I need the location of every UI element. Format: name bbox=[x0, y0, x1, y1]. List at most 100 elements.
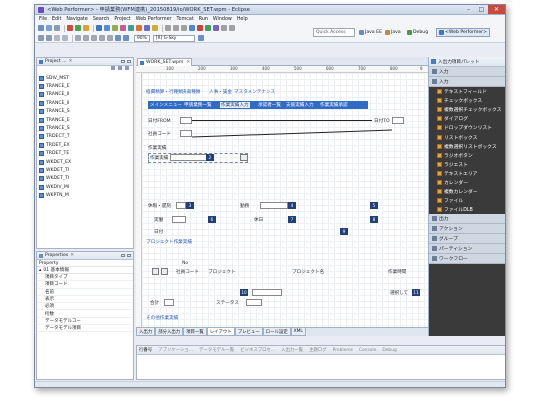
link-icon[interactable] bbox=[46, 35, 52, 41]
redo-icon[interactable] bbox=[62, 35, 68, 41]
tree-item[interactable]: TRDET_TE bbox=[39, 150, 131, 158]
skin-select[interactable]: [R] G-Sky bbox=[152, 34, 195, 42]
menu-run[interactable]: Run bbox=[199, 17, 208, 22]
debug-icon[interactable] bbox=[67, 25, 73, 31]
bottom-tab-console[interactable]: Console bbox=[359, 348, 376, 353]
run-icon[interactable] bbox=[75, 25, 81, 31]
tree-item[interactable]: WKDIV_MI bbox=[39, 183, 131, 191]
align-right-icon[interactable] bbox=[181, 25, 187, 31]
palette-category[interactable]: ワークフロー bbox=[429, 254, 505, 265]
search-icon[interactable] bbox=[213, 25, 219, 31]
employee-code-input[interactable] bbox=[180, 130, 192, 137]
tree-item[interactable]: TRANCE_S bbox=[39, 108, 131, 116]
property-group[interactable]: ▴ 01 基本情報 bbox=[37, 267, 133, 274]
minimize-view-icon[interactable] bbox=[121, 254, 125, 257]
same-width-icon[interactable] bbox=[99, 35, 105, 41]
menu-edit[interactable]: Edit bbox=[52, 17, 61, 22]
canvas-nav-item-active[interactable]: 作業実績入力 bbox=[220, 102, 250, 108]
remove-row-button[interactable] bbox=[161, 268, 168, 275]
menu-search[interactable]: Search bbox=[93, 17, 109, 22]
align-middle-icon[interactable] bbox=[83, 35, 89, 41]
tree-item[interactable]: WKDET_EX bbox=[39, 158, 131, 166]
tree-item[interactable]: TRDET_EX bbox=[39, 141, 131, 149]
close-icon[interactable]: ✕ bbox=[70, 253, 74, 258]
menu-navigate[interactable]: Navigate bbox=[66, 17, 88, 22]
bottom-tab-io-list[interactable]: 入出力一覧 bbox=[281, 347, 303, 353]
stop-icon[interactable] bbox=[197, 25, 203, 31]
editor-tab-io[interactable]: 入出力 bbox=[136, 328, 156, 336]
canvas-button[interactable] bbox=[240, 154, 248, 161]
close-icon[interactable]: ✕ bbox=[69, 59, 73, 64]
palette-item[interactable]: ファイルDLB bbox=[429, 205, 505, 214]
menu-help[interactable]: Help bbox=[237, 17, 248, 22]
close-button[interactable]: ✕ bbox=[488, 5, 505, 14]
editor-tab-item-list[interactable]: 項目一覧 bbox=[183, 328, 207, 336]
palette-item[interactable]: 複数カレンダー bbox=[429, 187, 505, 196]
maximize-view-icon[interactable] bbox=[127, 254, 131, 257]
back-icon[interactable] bbox=[221, 25, 227, 31]
canvas-header-link[interactable]: 決裁種類 bbox=[182, 89, 200, 95]
snap-icon[interactable] bbox=[123, 35, 129, 41]
link-editor-icon[interactable] bbox=[118, 66, 122, 70]
status-input[interactable] bbox=[246, 299, 262, 306]
editor-tab-preview[interactable]: プレビュー bbox=[234, 328, 263, 336]
tree-item[interactable]: TRDECT_T bbox=[39, 133, 131, 141]
actual-work-input[interactable] bbox=[172, 216, 186, 223]
folder-icon[interactable] bbox=[152, 25, 158, 31]
canvas-header-link[interactable]: 人事・賃金 bbox=[209, 89, 232, 95]
palette-category[interactable]: パーティション bbox=[429, 244, 505, 255]
property-row[interactable]: 必須 bbox=[37, 303, 133, 311]
minimize-button[interactable]: – bbox=[462, 5, 475, 14]
quick-access-input[interactable]: Quick Access bbox=[313, 28, 355, 37]
menu-project[interactable]: Project bbox=[114, 17, 130, 22]
align-center-icon[interactable] bbox=[173, 25, 179, 31]
pin-icon[interactable] bbox=[38, 35, 44, 41]
canvas-nav-item[interactable]: 支援実績入力 bbox=[286, 102, 314, 108]
align-left-icon[interactable] bbox=[165, 25, 171, 31]
work-result-input[interactable] bbox=[170, 154, 210, 161]
palette-category[interactable]: 出力 bbox=[429, 214, 505, 225]
other-work-link[interactable]: その他作業実績 bbox=[146, 315, 178, 321]
add-row-button[interactable] bbox=[152, 268, 159, 275]
canvas-nav-item[interactable]: 申請業務一覧 bbox=[184, 102, 212, 108]
bottom-tab-application[interactable]: アプリケーショ... bbox=[158, 347, 193, 353]
align-top-icon[interactable] bbox=[75, 35, 81, 41]
property-row[interactable]: 項目コード bbox=[37, 281, 133, 289]
generate-icon[interactable] bbox=[104, 25, 110, 31]
bottom-tab-problems[interactable]: Problems bbox=[333, 348, 353, 353]
perspective-java[interactable]: Java bbox=[385, 28, 401, 37]
save-all-icon[interactable] bbox=[54, 25, 60, 31]
grid-toggle-icon[interactable] bbox=[115, 35, 121, 41]
project-explorer-tab[interactable]: Project ... ✕ bbox=[37, 58, 133, 66]
minimize-view-icon[interactable] bbox=[121, 60, 125, 63]
perspective-debug[interactable]: Debug bbox=[407, 28, 428, 37]
property-row[interactable]: 名前 bbox=[37, 289, 133, 296]
palette-item[interactable]: ドロップダウンリスト bbox=[429, 123, 505, 132]
palette-item[interactable]: ラジエスト bbox=[429, 160, 505, 169]
new-icon[interactable] bbox=[38, 25, 44, 31]
deploy-icon[interactable] bbox=[112, 25, 118, 31]
perspective-web-performer[interactable]: <Web Performer> bbox=[436, 28, 490, 37]
property-row[interactable]: 桁数 bbox=[37, 310, 133, 318]
layout-icon[interactable] bbox=[144, 25, 150, 31]
bottom-tab-business-process[interactable]: ビジネスプロセ... bbox=[240, 347, 275, 353]
bottom-tab-line-number[interactable]: 行番号 bbox=[139, 347, 152, 353]
total-input[interactable] bbox=[164, 299, 174, 306]
canvas-nav-item[interactable]: 作業実績承認 bbox=[320, 102, 348, 108]
palette-item[interactable]: 複数選択チェックボックス bbox=[429, 105, 505, 114]
canvas-header-link[interactable]: マスタメンテナンス bbox=[234, 89, 275, 95]
view-menu-icon[interactable] bbox=[125, 66, 129, 70]
editor-tab-xml[interactable]: XML bbox=[290, 328, 306, 336]
save-icon[interactable] bbox=[46, 25, 52, 31]
leave-select[interactable] bbox=[176, 202, 186, 209]
collapse-all-icon[interactable] bbox=[111, 66, 115, 70]
view-icon[interactable] bbox=[197, 35, 204, 41]
bottom-tab-log[interactable]: 主題ログ bbox=[309, 347, 327, 353]
tree-item[interactable]: TRANCE_S bbox=[39, 124, 131, 132]
palette-item[interactable]: 複数選択リストボックス bbox=[429, 142, 505, 151]
tree-item[interactable]: WKDET_TI bbox=[39, 175, 131, 183]
same-height-icon[interactable] bbox=[107, 35, 113, 41]
maximize-view-icon[interactable] bbox=[127, 60, 131, 63]
palette-item[interactable]: カレンダー bbox=[429, 178, 505, 187]
properties-tab[interactable]: Properties ✕ bbox=[37, 252, 133, 260]
